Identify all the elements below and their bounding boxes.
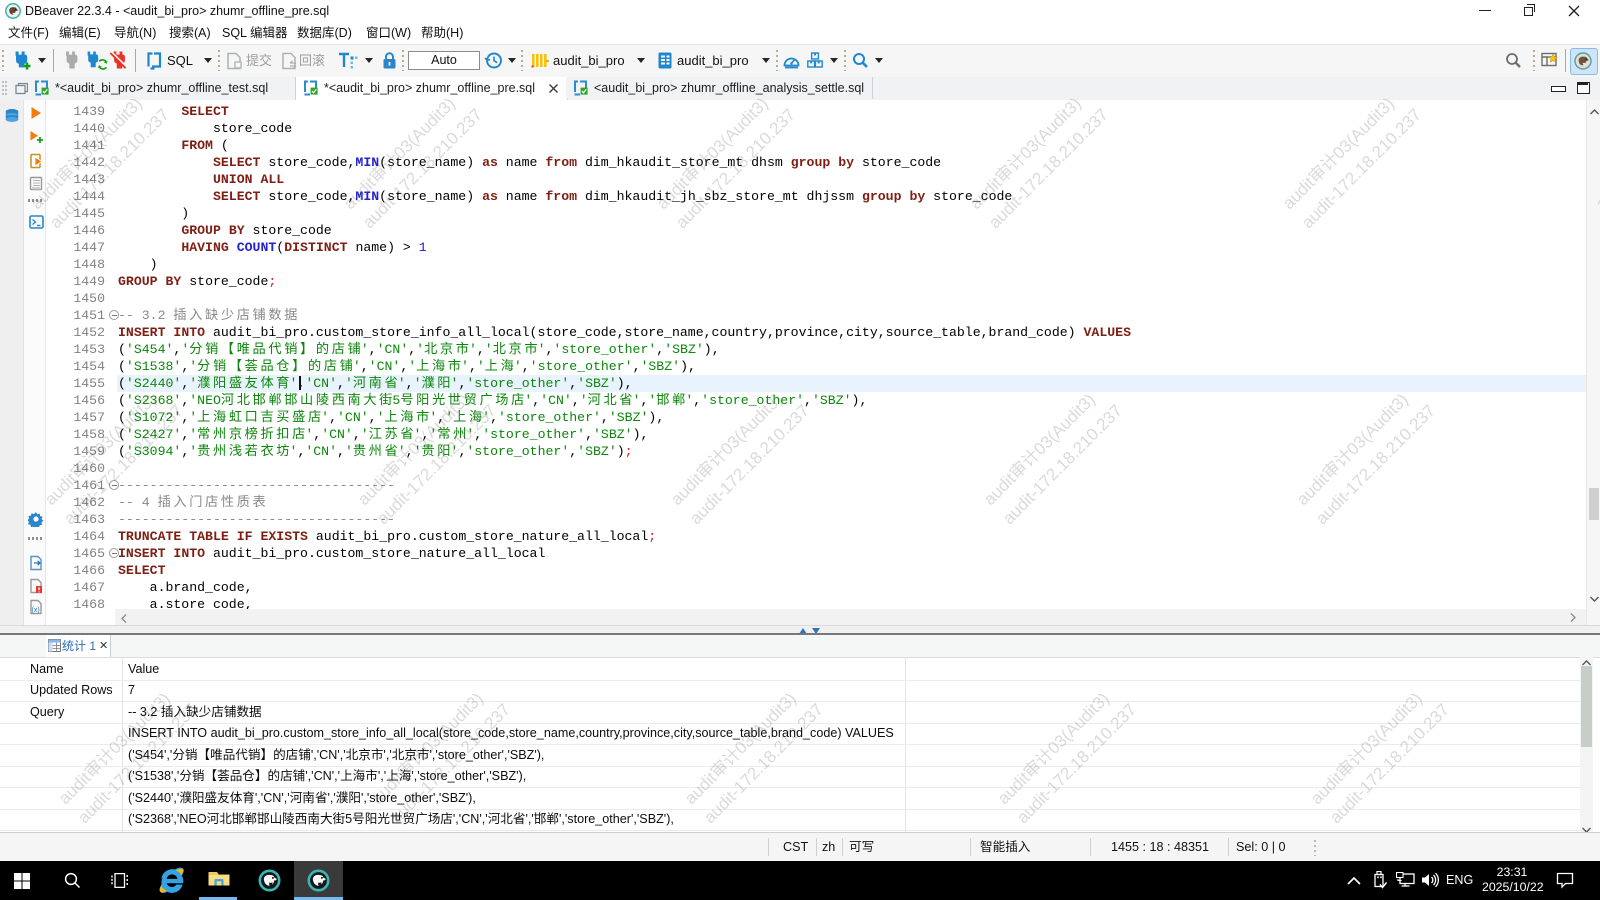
svg-text:(x): (x): [32, 607, 40, 614]
